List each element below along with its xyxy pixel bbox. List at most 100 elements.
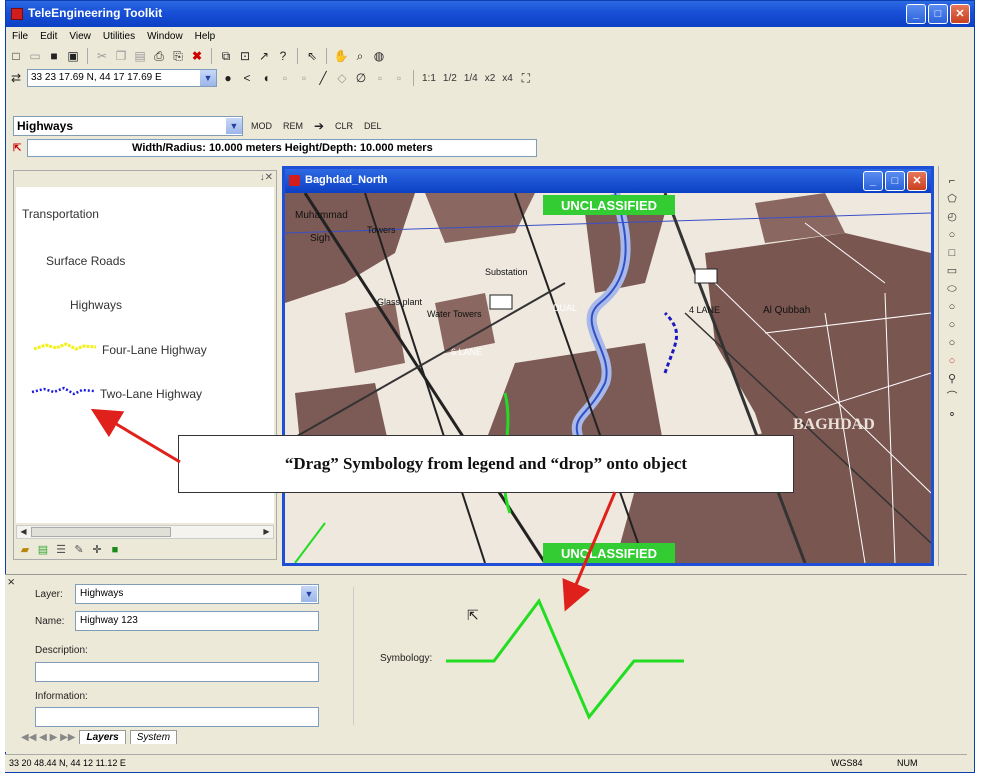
- legend-item-surface-roads[interactable]: Surface Roads: [46, 254, 125, 268]
- oval-tool-icon[interactable]: ⬭: [945, 282, 959, 296]
- panel-close-icon[interactable]: ↓✕: [260, 172, 273, 183]
- zoom-icon[interactable]: ⌕: [352, 48, 368, 64]
- brush-icon[interactable]: ✎: [72, 543, 86, 557]
- chevron-down-icon[interactable]: ▼: [226, 118, 242, 134]
- description-field[interactable]: [35, 662, 319, 682]
- layer-dropdown[interactable]: Highways ▼: [75, 584, 319, 604]
- zoom-1-1[interactable]: 1:1: [422, 73, 436, 84]
- print-icon[interactable]: ⎙: [151, 48, 167, 64]
- pin-tool-icon[interactable]: ⚲: [945, 372, 959, 386]
- map-title-bar[interactable]: Baghdad_North _ □ ✕: [285, 169, 931, 193]
- dimension-field[interactable]: Width/Radius: 10.000 meters Height/Depth…: [27, 139, 538, 157]
- box-tool-icon[interactable]: ▭: [945, 264, 959, 278]
- symbology-preview[interactable]: [444, 591, 684, 721]
- paste-icon[interactable]: ▤: [132, 48, 148, 64]
- name-field[interactable]: Highway 123: [75, 611, 319, 631]
- arrow-right-icon[interactable]: ➔: [311, 118, 327, 134]
- new-document-icon[interactable]: □: [8, 48, 24, 64]
- legend-item-two-lane-highway[interactable]: Two-Lane Highway: [100, 387, 202, 401]
- line-tool-icon[interactable]: ╱: [315, 70, 331, 86]
- menu-file[interactable]: File: [12, 31, 28, 42]
- pan-icon[interactable]: ✋: [333, 48, 349, 64]
- polyline-tool-icon[interactable]: ⌐: [945, 174, 959, 188]
- polygon-tool-icon[interactable]: ⬠: [945, 192, 959, 206]
- zoom-1-2[interactable]: 1/2: [443, 73, 457, 84]
- help-icon[interactable]: ?: [275, 48, 291, 64]
- save-icon[interactable]: ■: [46, 48, 62, 64]
- draw-icon[interactable]: ↗: [256, 48, 272, 64]
- chevron-down-icon[interactable]: ▼: [200, 70, 216, 86]
- copy-icon[interactable]: ❐: [113, 48, 129, 64]
- chevron-down-icon[interactable]: ▼: [301, 586, 317, 602]
- title-bar[interactable]: TeleEngineering Toolkit _ □ ✕: [6, 1, 974, 27]
- layer-select[interactable]: Highways ▼: [13, 116, 243, 136]
- menu-utilities[interactable]: Utilities: [103, 31, 135, 42]
- circle-tool-icon[interactable]: ○: [945, 354, 959, 368]
- tab-nav-icon[interactable]: ◀◀ ◀ ▶ ▶▶: [21, 732, 75, 743]
- map-canvas[interactable]: Muhammad Sigh Towers Glass plant Water T…: [285, 193, 931, 563]
- tool-icon[interactable]: ▫: [391, 70, 407, 86]
- scroll-left-icon[interactable]: ◀: [17, 526, 30, 538]
- two-lane-highway-symbol[interactable]: [30, 383, 100, 399]
- four-lane-highway-symbol[interactable]: [32, 339, 102, 355]
- print-preview-icon[interactable]: ⎘: [170, 48, 186, 64]
- delete-icon[interactable]: ✖: [189, 48, 205, 64]
- tool-icon[interactable]: ▫: [296, 70, 312, 86]
- tool-icon[interactable]: ▫: [277, 70, 293, 86]
- angle-tool-icon[interactable]: <: [239, 70, 255, 86]
- point-tool-icon[interactable]: ⚬: [945, 408, 959, 422]
- scroll-right-icon[interactable]: ▶: [260, 526, 273, 538]
- map-icon[interactable]: ■: [108, 543, 122, 557]
- zoom-x2[interactable]: x2: [485, 73, 496, 84]
- circle-tool-icon[interactable]: ○: [945, 318, 959, 332]
- rectangle-tool-icon[interactable]: □: [945, 246, 959, 260]
- shape-tool-icon[interactable]: ◇: [334, 70, 350, 86]
- information-field[interactable]: [35, 707, 319, 727]
- ellipse-tool-icon[interactable]: ○: [945, 228, 959, 242]
- menu-edit[interactable]: Edit: [40, 31, 57, 42]
- zoom-x4[interactable]: x4: [502, 73, 513, 84]
- circle-tool-icon[interactable]: ◴: [945, 210, 959, 224]
- map-maximize-button[interactable]: □: [885, 171, 905, 191]
- crosshair-icon[interactable]: ✛: [90, 543, 104, 557]
- curve-tool-icon[interactable]: ⌒: [945, 390, 959, 404]
- map-minimize-button[interactable]: _: [863, 171, 883, 191]
- close-button[interactable]: ✕: [950, 4, 970, 24]
- panel-pin-icon[interactable]: ⨯: [7, 577, 15, 588]
- document-icon[interactable]: ▤: [36, 543, 50, 557]
- menu-view[interactable]: View: [69, 31, 91, 42]
- coordinate-dropdown[interactable]: 33 23 17.69 N, 44 17 17.69 E ▼: [27, 69, 217, 87]
- tab-system[interactable]: System: [129, 730, 178, 744]
- circle-tool-icon[interactable]: ○: [945, 300, 959, 314]
- maximize-button[interactable]: □: [928, 4, 948, 24]
- folder-icon[interactable]: ▰: [18, 543, 32, 557]
- del-button[interactable]: DEL: [361, 121, 385, 131]
- legend-item-transportation[interactable]: Transportation: [22, 207, 99, 221]
- cut-icon[interactable]: ✂: [94, 48, 110, 64]
- save-all-icon[interactable]: ▣: [65, 48, 81, 64]
- legend-horizontal-scrollbar[interactable]: ◀ ▶: [16, 525, 274, 539]
- map-close-button[interactable]: ✕: [907, 171, 927, 191]
- export-icon[interactable]: ⊡: [237, 48, 253, 64]
- menu-help[interactable]: Help: [195, 31, 216, 42]
- null-tool-icon[interactable]: ∅: [353, 70, 369, 86]
- open-icon[interactable]: ▭: [27, 48, 43, 64]
- pointer-icon[interactable]: ⇖: [304, 48, 320, 64]
- list-icon[interactable]: ☰: [54, 543, 68, 557]
- window-icon[interactable]: ⧉: [218, 48, 234, 64]
- globe-icon[interactable]: ◍: [371, 48, 387, 64]
- clr-button[interactable]: CLR: [332, 121, 356, 131]
- scroll-thumb[interactable]: [31, 527, 171, 537]
- circle-tool-icon[interactable]: ○: [945, 336, 959, 350]
- menu-window[interactable]: Window: [147, 31, 183, 42]
- point-tool-icon[interactable]: ●: [220, 70, 236, 86]
- legend-item-highways[interactable]: Highways: [70, 298, 122, 312]
- zoom-1-4[interactable]: 1/4: [464, 73, 478, 84]
- fit-extent-icon[interactable]: ⛶: [518, 70, 534, 86]
- tool-icon[interactable]: ▫: [372, 70, 388, 86]
- rem-button[interactable]: REM: [280, 121, 306, 131]
- minimize-button[interactable]: _: [906, 4, 926, 24]
- arc-tool-icon[interactable]: ◖: [258, 70, 274, 86]
- legend-item-four-lane-highway[interactable]: Four-Lane Highway: [102, 343, 207, 357]
- tab-layers[interactable]: Layers: [79, 730, 126, 744]
